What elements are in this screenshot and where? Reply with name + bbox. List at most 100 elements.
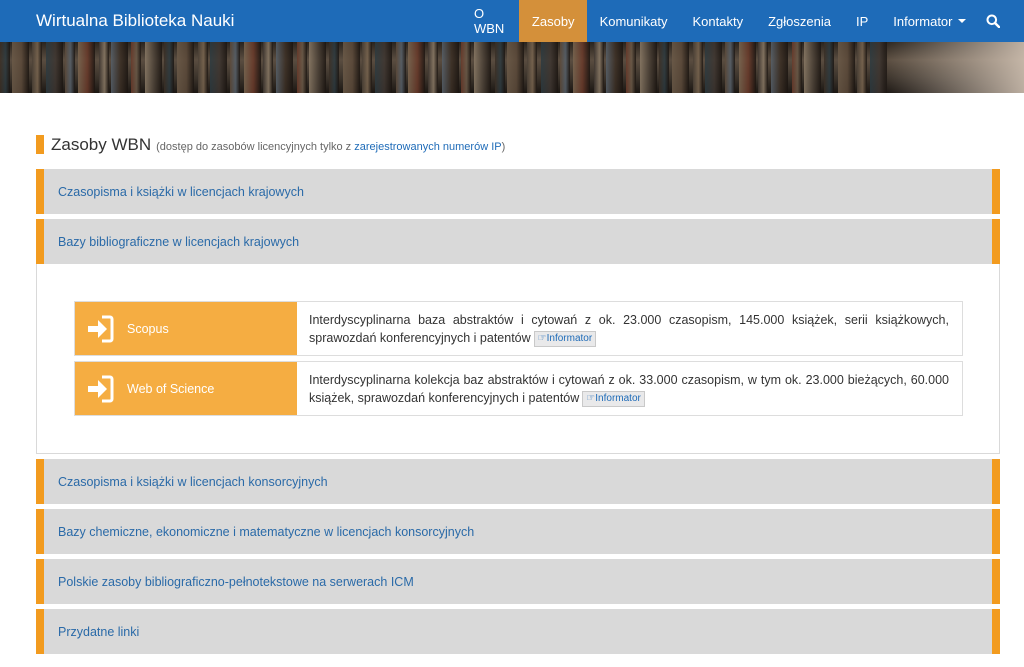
- book-spine: [32, 42, 42, 93]
- page-subtitle: (dostęp do zasobów licencyjnych tylko z …: [156, 141, 505, 153]
- book-spine: [659, 42, 669, 93]
- site-brand[interactable]: Wirtualna Biblioteka Nauki: [0, 0, 461, 42]
- book-spine: [626, 42, 636, 93]
- panel-useful-links[interactable]: Przydatne linki: [36, 609, 1000, 654]
- book-spine: [131, 42, 141, 93]
- hand-point-right-icon: ☞: [586, 392, 596, 404]
- informator-badge[interactable]: ☞Informator: [533, 330, 597, 347]
- nav-informator-label: Informator: [893, 13, 953, 29]
- resource-description: Interdyscyplinarna kolekcja baz abstrakt…: [297, 362, 962, 415]
- main-content: Zasoby WBN (dostęp do zasobów licencyjny…: [0, 135, 1024, 654]
- description-text: Interdyscyplinarna baza abstraktów i cyt…: [309, 313, 949, 345]
- book-spine: [824, 42, 834, 93]
- book-spine: [495, 42, 505, 93]
- book-spine: [541, 42, 558, 93]
- page-title-row: Zasoby WBN (dostęp do zasobów licencyjny…: [36, 135, 1000, 154]
- nav-zgloszenia[interactable]: Zgłoszenia: [756, 0, 844, 42]
- book-spine: [573, 42, 590, 93]
- nav-zasoby[interactable]: Zasoby: [519, 0, 588, 42]
- hand-point-right-icon: ☞: [537, 332, 547, 344]
- book-spine: [560, 42, 570, 93]
- header-banner-bookshelf: [0, 42, 1024, 93]
- search-icon: [986, 14, 1000, 28]
- panel-label: Bazy bibliograficzne w licencjach krajow…: [58, 234, 300, 249]
- panel-body-bibliographic-databases: Scopus Interdyscyplinarna baza abstraktó…: [36, 264, 1000, 454]
- panel-national-journals-books[interactable]: Czasopisma i książki w licencjach krajow…: [36, 169, 1000, 214]
- book-spine: [838, 42, 855, 93]
- book-spine: [329, 42, 339, 93]
- book-spine: [343, 42, 360, 93]
- resource-description: Interdyscyplinarna baza abstraktów i cyt…: [297, 302, 962, 355]
- resource-row-scopus: Scopus Interdyscyplinarna baza abstraktó…: [74, 301, 963, 356]
- book-spine: [606, 42, 623, 93]
- sign-in-icon: [88, 375, 114, 402]
- book-spine: [111, 42, 128, 93]
- book-spine: [177, 42, 194, 93]
- book-spine: [230, 42, 240, 93]
- book-spine: [12, 42, 29, 93]
- top-navbar: Wirtualna Biblioteka Nauki O WBN Zasoby …: [0, 0, 1024, 42]
- book-spine: [164, 42, 174, 93]
- badge-label: Informator: [595, 392, 641, 404]
- nav-komunikaty[interactable]: Komunikaty: [587, 0, 680, 42]
- book-spine: [725, 42, 735, 93]
- book-spine: [758, 42, 768, 93]
- nav-kontakty[interactable]: Kontakty: [680, 0, 756, 42]
- book-spine: [309, 42, 326, 93]
- book-spine: [396, 42, 406, 93]
- book-spine: [375, 42, 392, 93]
- book-spine: [672, 42, 689, 93]
- banner-fade: [884, 42, 1024, 93]
- registered-ip-link[interactable]: zarejestrowanych numerów IP: [354, 141, 501, 153]
- book-spine: [461, 42, 471, 93]
- book-spine: [99, 42, 109, 93]
- badge-label: Informator: [546, 332, 593, 344]
- panel-national-bibliographic-databases[interactable]: Bazy bibliograficzne w licencjach krajow…: [36, 219, 1000, 264]
- book-spine: [297, 42, 307, 93]
- nav-o-wbn[interactable]: O WBN: [461, 0, 519, 42]
- book-spine: [210, 42, 227, 93]
- web-of-science-access-button[interactable]: Web of Science: [75, 362, 297, 415]
- book-spine: [594, 42, 604, 93]
- panel-polish-icm-resources[interactable]: Polskie zasoby bibliograficzno-pełnoteks…: [36, 559, 1000, 604]
- panel-label: Czasopisma i książki w licencjach krajow…: [58, 184, 304, 199]
- panel-label: Przydatne linki: [58, 624, 140, 639]
- scopus-access-button[interactable]: Scopus: [75, 302, 297, 355]
- subtitle-text-after: ): [501, 141, 506, 153]
- book-spine: [145, 42, 162, 93]
- book-spine: [804, 42, 821, 93]
- book-spine: [792, 42, 802, 93]
- main-nav: O WBN Zasoby Komunikaty Kontakty Zgłosze…: [461, 0, 1014, 42]
- book-spine: [78, 42, 95, 93]
- panel-chemical-economic-math-databases[interactable]: Bazy chemiczne, ekonomiczne i matematycz…: [36, 509, 1000, 554]
- book-spine: [428, 42, 438, 93]
- nav-ip[interactable]: IP: [843, 0, 880, 42]
- resource-row-web-of-science: Web of Science Interdyscyplinarna kolekc…: [74, 361, 963, 416]
- book-spine: [693, 42, 703, 93]
- book-spine: [527, 42, 537, 93]
- search-button[interactable]: [978, 0, 1014, 42]
- panel-label: Czasopisma i książki w licencjach konsor…: [58, 474, 328, 489]
- book-spine: [857, 42, 867, 93]
- page-title: Zasoby WBN: [51, 135, 152, 154]
- book-spine: [244, 42, 261, 93]
- book-spine: [276, 42, 293, 93]
- panel-label: Bazy chemiczne, ekonomiczne i matematycz…: [58, 524, 475, 539]
- nav-informator-dropdown[interactable]: Informator: [881, 0, 978, 42]
- book-spine: [65, 42, 75, 93]
- book-spine: [771, 42, 788, 93]
- book-spine: [198, 42, 208, 93]
- book-spine: [263, 42, 273, 93]
- book-spine: [46, 42, 63, 93]
- resource-name: Web of Science: [127, 381, 215, 396]
- sign-in-icon: [88, 315, 114, 342]
- book-spine: [408, 42, 425, 93]
- informator-badge[interactable]: ☞Informator: [582, 390, 645, 407]
- book-spine: [507, 42, 524, 93]
- book-spine: [0, 42, 10, 93]
- book-spine: [739, 42, 756, 93]
- book-spine: [640, 42, 657, 93]
- panel-consortium-journals-books[interactable]: Czasopisma i książki w licencjach konsor…: [36, 459, 1000, 504]
- book-spine: [442, 42, 459, 93]
- subtitle-text-before: (dostęp do zasobów licencyjnych tylko z: [156, 141, 355, 153]
